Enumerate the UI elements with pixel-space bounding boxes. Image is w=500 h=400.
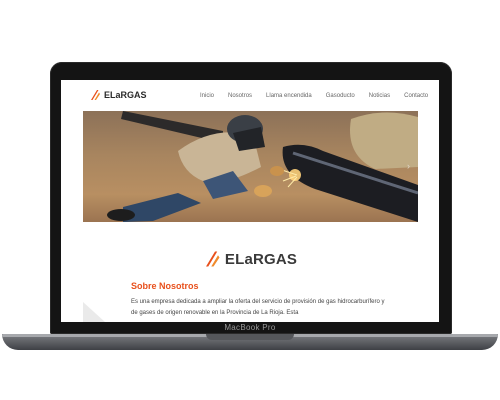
brand-logo-text: ELaRGAS [224, 250, 298, 268]
laptop-notch [206, 334, 294, 340]
site-logo-text: ELaRGAS [104, 90, 147, 100]
main-nav: Inicio Nosotros Llama encendida Gasoduct… [200, 93, 439, 99]
nav-item-llama-encendida[interactable]: Llama encendida [266, 93, 312, 99]
laptop-screen: ELaRGAS Inicio Nosotros Llama encendida … [61, 80, 439, 322]
nav-item-noticias[interactable]: Noticias [369, 93, 390, 99]
nav-item-contacto[interactable]: Contacto [404, 93, 428, 99]
site-header: ELaRGAS Inicio Nosotros Llama encendida … [61, 80, 439, 110]
device-label: MacBook Pro [224, 323, 276, 332]
section-text: Es una empresa dedicada a ampliar la ofe… [131, 299, 385, 316]
pipeline-welding-illustration [107, 111, 418, 222]
nav-item-inicio[interactable]: Inicio [200, 93, 214, 99]
hero-image: › [83, 111, 418, 222]
nav-item-nosotros[interactable]: Nosotros [228, 93, 252, 99]
brand-logo: ELaRGAS [61, 250, 439, 268]
flame-logo-icon [91, 90, 100, 100]
nav-item-gasoducto[interactable]: Gasoducto [326, 93, 355, 99]
section-title: Sobre Nosotros [131, 281, 199, 291]
laptop-base [2, 334, 498, 350]
corner-decoration [83, 302, 105, 322]
flame-logo-icon [205, 251, 220, 267]
site-logo[interactable]: ELaRGAS [89, 89, 147, 101]
hero-next-arrow[interactable]: › [407, 161, 410, 171]
